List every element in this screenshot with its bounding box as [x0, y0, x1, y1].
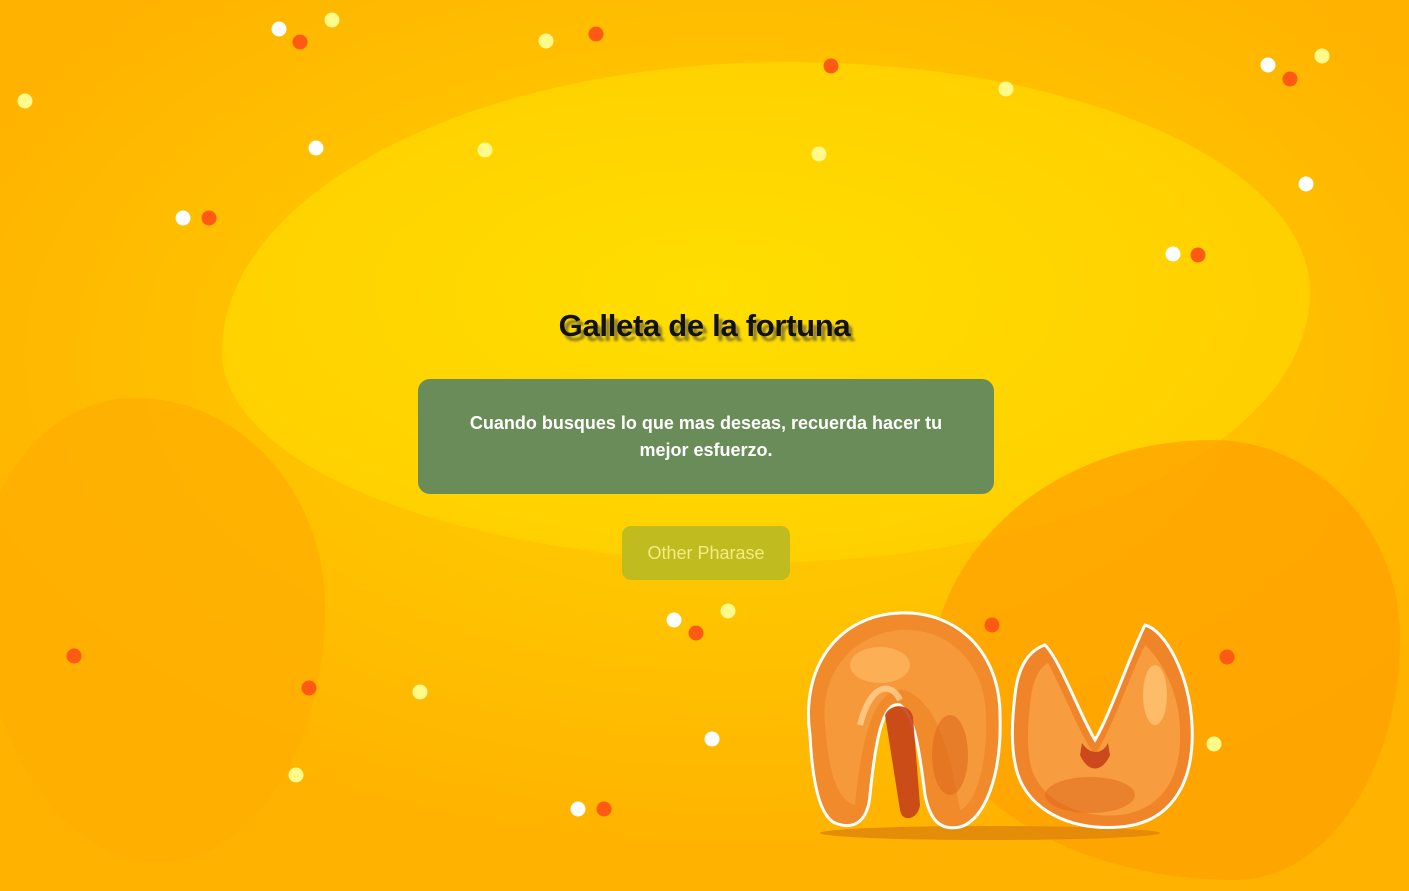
confetti-dot [201, 210, 217, 226]
confetti-dot [271, 21, 287, 37]
fortune-card: Cuando busques lo que mas deseas, recuer… [418, 379, 994, 494]
confetti-dot [1298, 176, 1314, 192]
confetti-dot [324, 12, 340, 28]
right-cookie-icon [1010, 623, 1194, 829]
confetti-dot [823, 58, 839, 74]
confetti-dot [301, 680, 317, 696]
confetti-dot [477, 142, 493, 158]
other-phrase-button[interactable]: Other Pharase [622, 526, 790, 580]
confetti-dot [175, 210, 191, 226]
confetti-dot [538, 33, 554, 49]
background-blob-left [0, 398, 325, 863]
fortune-text: Cuando busques lo que mas deseas, recuer… [469, 412, 943, 460]
confetti-dot [308, 140, 324, 156]
confetti-dot [666, 612, 682, 628]
confetti-dot [1219, 649, 1235, 665]
confetti-dot [288, 767, 304, 783]
confetti-dot [811, 146, 827, 162]
confetti-dot [720, 603, 736, 619]
confetti-dot [66, 648, 82, 664]
confetti-dot [688, 625, 704, 641]
page-title: Galleta de la fortuna [558, 308, 851, 343]
confetti-dot [570, 801, 586, 817]
confetti-dot [292, 34, 308, 50]
confetti-dot [1314, 48, 1330, 64]
confetti-dot [998, 81, 1014, 97]
confetti-dot [1260, 57, 1276, 73]
fortune-cookies-illustration [790, 605, 1210, 855]
confetti-dot [704, 731, 720, 747]
confetti-dot [17, 93, 33, 109]
confetti-dot [1165, 246, 1181, 262]
confetti-dot [412, 684, 428, 700]
confetti-dot [1190, 247, 1206, 263]
confetti-dot [588, 26, 604, 42]
left-cookie-icon [807, 611, 1002, 830]
confetti-dot [1282, 71, 1298, 87]
confetti-dot [596, 801, 612, 817]
